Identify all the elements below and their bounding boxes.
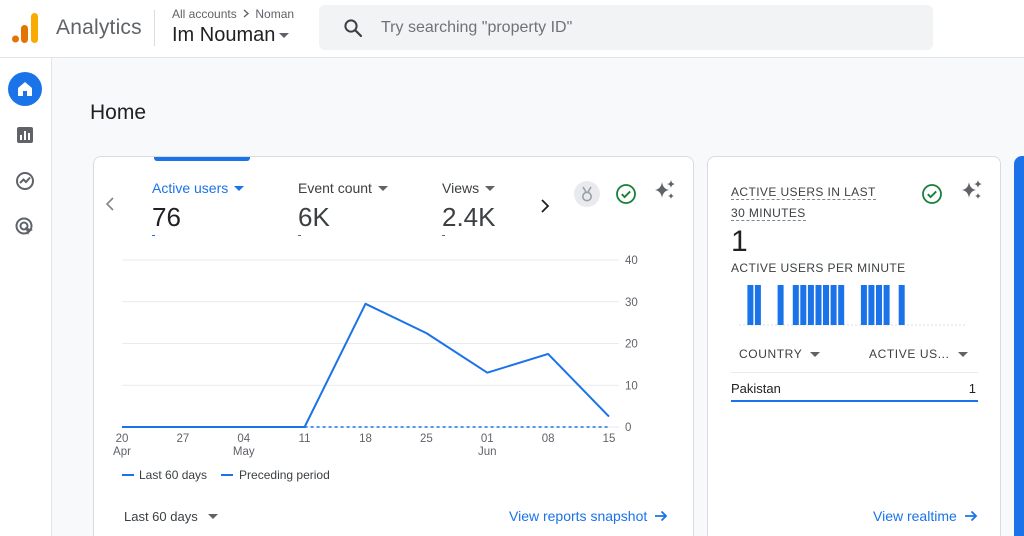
y-tick-label: 20 [625, 339, 638, 351]
nav-home[interactable] [8, 72, 42, 106]
search-input[interactable] [381, 18, 881, 37]
x-tick-label: 25 [420, 433, 433, 445]
arrow-right-icon [964, 510, 978, 522]
dropdown-caret-icon [957, 351, 968, 357]
x-tick-label: 08 [542, 433, 555, 445]
breadcrumb-property[interactable]: Noman [255, 7, 294, 21]
realtime-title-text: ACTIVE USERS IN LAST 30 MINUTES [731, 185, 876, 221]
users-cell: 1 [968, 381, 976, 396]
bar-chart-icon [17, 127, 33, 143]
minute-bar[interactable] [823, 285, 829, 325]
check-circle-icon [922, 184, 942, 204]
nav-explore[interactable] [8, 164, 42, 198]
column-label: ACTIVE US... [869, 347, 950, 361]
property-selector[interactable]: Im Nouman [172, 24, 290, 47]
legend-dashed-swatch [221, 474, 234, 476]
legend-solid-swatch [122, 474, 134, 476]
breadcrumb-account[interactable]: All accounts [172, 7, 237, 21]
series-line-last-60-days [122, 302, 610, 428]
app-title: Analytics [56, 16, 142, 39]
analytics-logo-icon[interactable] [12, 13, 38, 43]
x-tick-label: 27 [176, 433, 189, 445]
date-range-selector[interactable]: Last 60 days [124, 509, 218, 524]
x-tick-label: 15 [603, 433, 616, 445]
x-tick-label: 20 [116, 433, 129, 445]
legend-current: Last 60 days [139, 468, 208, 482]
dropdown-caret-icon [207, 514, 218, 519]
minute-bar[interactable] [800, 285, 807, 325]
breadcrumb[interactable]: All accounts Noman [172, 7, 294, 21]
realtime-card: ACTIVE USERS IN LAST 30 MINUTES 1 ACTIVE… [707, 156, 1001, 536]
y-tick-label: 30 [625, 297, 638, 309]
header-divider [154, 10, 155, 46]
advertising-icon [15, 217, 33, 235]
arrow-right-icon [655, 510, 668, 522]
view-realtime-link[interactable]: View realtime [873, 508, 979, 524]
top-bar: Analytics All accounts Noman Im Nouman [0, 0, 1024, 58]
x-tick-label: 01 [481, 433, 494, 445]
next-card-edge [1014, 156, 1024, 536]
minute-bar[interactable] [754, 285, 761, 325]
minute-bar[interactable] [883, 285, 890, 325]
column-header-active-users[interactable]: ACTIVE US... [869, 347, 968, 361]
x-month-label: May [233, 446, 255, 458]
minute-bar[interactable] [838, 285, 845, 325]
property-name: Im Nouman [172, 24, 276, 46]
home-icon [18, 82, 32, 96]
explore-icon [16, 172, 34, 190]
minute-bar[interactable] [807, 285, 814, 325]
realtime-active-users-value: 1 [731, 225, 748, 258]
minute-bar[interactable] [860, 285, 867, 325]
chevron-right-icon [243, 9, 250, 18]
y-tick-label: 40 [625, 255, 638, 267]
realtime-status-button[interactable] [919, 181, 945, 207]
page-title: Home [90, 101, 147, 124]
minute-bar[interactable] [830, 285, 837, 325]
active-users-line-chart: 40 30 20 10 0 20 27 04 11 18 25 01 08 15 Apr May Jun [113, 255, 638, 458]
legend-previous: Preceding period [239, 468, 330, 482]
chart-legend: Last 60 days Preceding period [122, 468, 330, 482]
search-bar[interactable] [319, 5, 933, 50]
y-tick-label: 10 [625, 380, 638, 392]
column-label: COUNTRY [739, 347, 803, 361]
country-cell: Pakistan [731, 381, 781, 396]
dropdown-caret-icon [810, 351, 821, 357]
x-tick-label: 11 [299, 433, 311, 445]
date-range-label: Last 60 days [124, 509, 198, 524]
active-users-per-minute-bars [739, 285, 966, 326]
nav-reports[interactable] [8, 118, 42, 152]
minute-bar[interactable] [898, 285, 905, 325]
search-icon [344, 18, 363, 37]
sparkle-icon [962, 180, 982, 199]
side-navigation [0, 58, 52, 536]
nav-advertising[interactable] [8, 210, 42, 244]
table-row[interactable]: Pakistan 1 [731, 372, 978, 402]
minute-bar[interactable] [777, 285, 784, 325]
realtime-ai-insights-button[interactable] [959, 178, 985, 204]
minute-bar[interactable] [815, 285, 822, 325]
x-tick-label: 18 [359, 433, 372, 445]
realtime-title[interactable]: ACTIVE USERS IN LAST 30 MINUTES [731, 182, 891, 224]
minute-bar[interactable] [868, 285, 875, 325]
x-month-label: Jun [478, 446, 497, 458]
minute-bar[interactable] [876, 285, 882, 325]
minute-bar[interactable] [747, 285, 754, 325]
column-header-country[interactable]: COUNTRY [739, 347, 821, 361]
minute-bar[interactable] [792, 285, 799, 325]
x-tick-label: 04 [237, 433, 250, 445]
link-label: View realtime [873, 508, 957, 524]
overview-card: Active users 76 Event count 6K Views 2.4… [93, 156, 694, 536]
view-reports-snapshot-link[interactable]: View reports snapshot [509, 508, 669, 524]
dropdown-caret-icon [279, 33, 290, 38]
link-label: View reports snapshot [509, 508, 648, 524]
x-month-label: Apr [113, 446, 131, 458]
y-tick-label: 0 [625, 422, 631, 434]
